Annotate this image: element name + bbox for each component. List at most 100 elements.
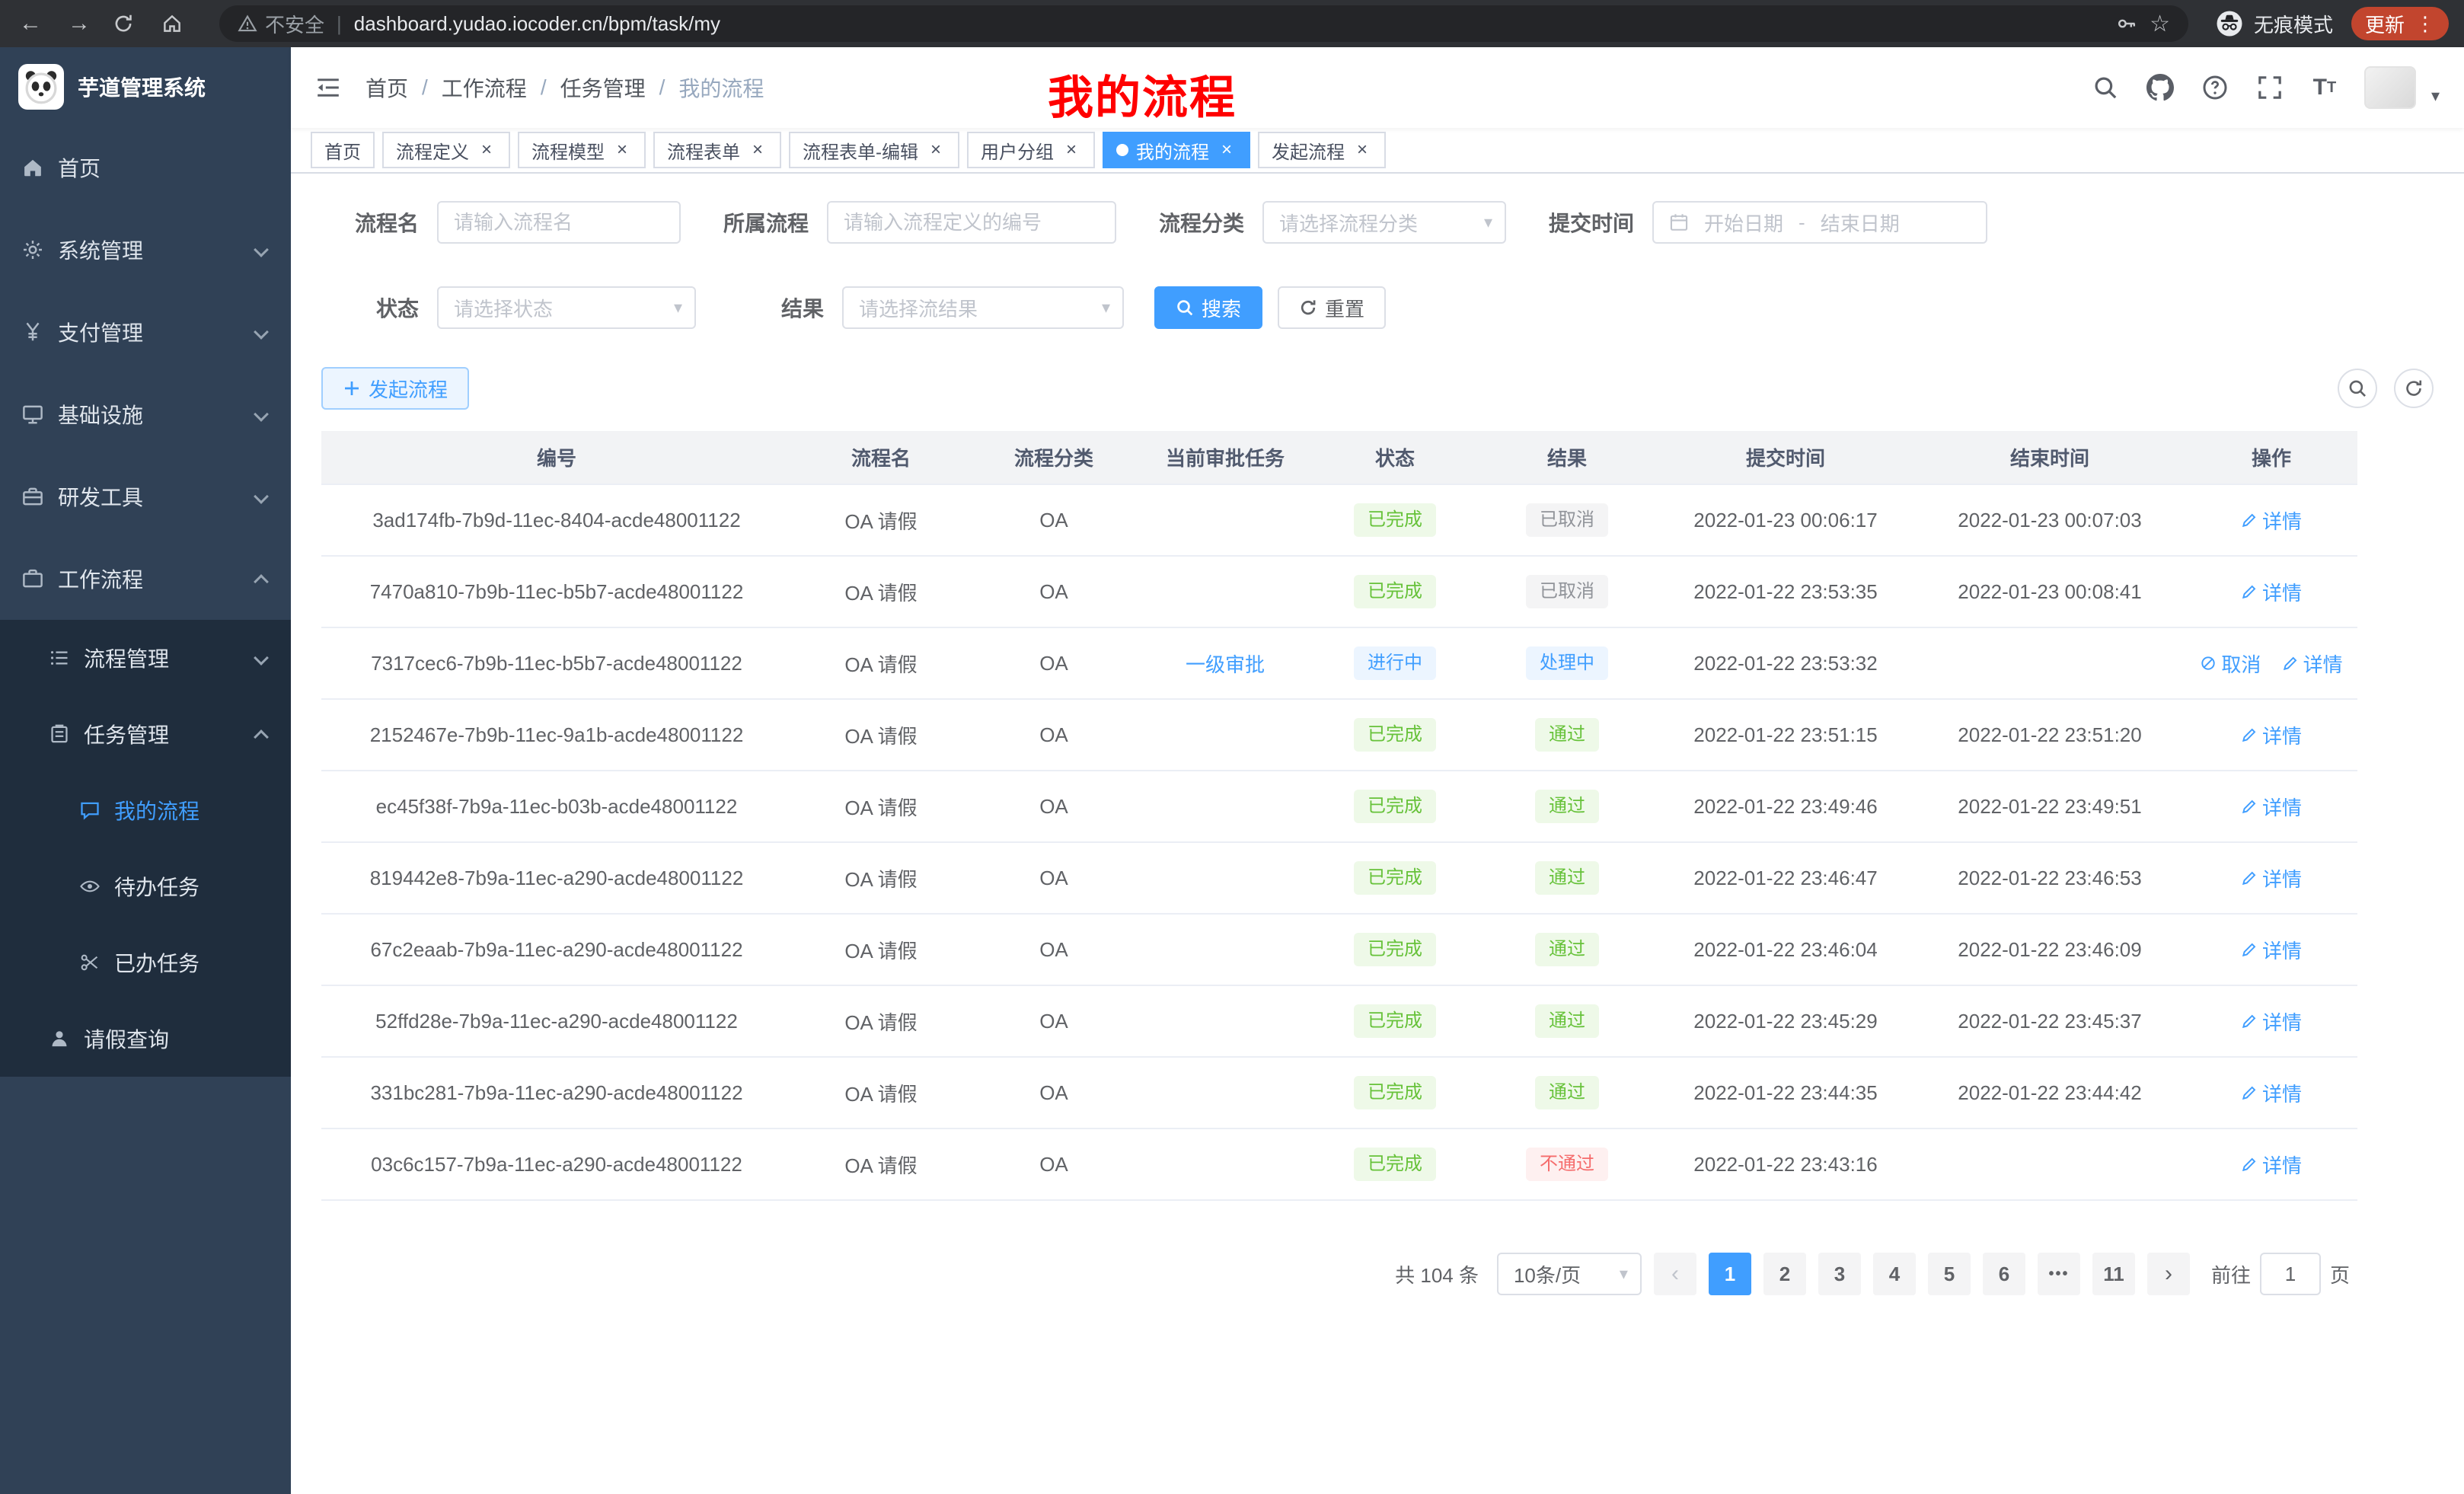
avatar[interactable]: [2364, 66, 2416, 109]
sidebar-toggle-icon[interactable]: [315, 75, 341, 101]
page-size-select[interactable]: 10条/页 ▾: [1497, 1253, 1642, 1295]
sidebar-item-done-tasks[interactable]: 已办任务: [0, 924, 291, 1001]
incognito-label: 无痕模式: [2254, 10, 2333, 38]
current-task: [1138, 985, 1313, 1057]
tab-process-form[interactable]: 流程表单 ×: [653, 132, 781, 168]
reset-button[interactable]: 重置: [1278, 286, 1386, 329]
detail-link[interactable]: 详情: [2241, 793, 2302, 821]
browser-update-button[interactable]: 更新 ⋮: [2351, 7, 2449, 40]
avatar-caret-icon[interactable]: ▾: [2431, 86, 2440, 109]
tab-process-form-edit[interactable]: 流程表单-编辑 ×: [789, 132, 959, 168]
detail-link[interactable]: 详情: [2241, 506, 2302, 535]
process-name-input[interactable]: [437, 201, 681, 244]
toolbar-right: [2338, 369, 2434, 408]
tab-my-processes[interactable]: 我的流程 ×: [1103, 132, 1250, 168]
detail-link[interactable]: 详情: [2241, 864, 2302, 892]
page-button[interactable]: 4: [1873, 1253, 1916, 1295]
breadcrumb-workflow[interactable]: 工作流程: [442, 72, 527, 103]
search-button[interactable]: 搜索: [1154, 286, 1262, 329]
browser-back-icon[interactable]: ←: [15, 11, 46, 37]
page-button[interactable]: 1: [1709, 1253, 1751, 1295]
page-button[interactable]: 6: [1983, 1253, 2025, 1295]
tab-process-definition[interactable]: 流程定义 ×: [382, 132, 510, 168]
current-task-link[interactable]: 一级审批: [1186, 650, 1265, 678]
tab-home[interactable]: 首页: [311, 132, 375, 168]
browser-menu-icon[interactable]: ⋮: [2415, 12, 2435, 36]
page-button[interactable]: 3: [1818, 1253, 1861, 1295]
sidebar-item-workflow[interactable]: 工作流程: [0, 538, 291, 620]
sidebar-item-todo-tasks[interactable]: 待办任务: [0, 848, 291, 924]
end-date-placeholder[interactable]: 结束日期: [1821, 209, 1900, 237]
close-icon[interactable]: ×: [748, 140, 768, 160]
close-icon[interactable]: ×: [1352, 140, 1372, 160]
sidebar-item-payment[interactable]: 支付管理: [0, 291, 291, 373]
sidebar-item-home[interactable]: 首页: [0, 126, 291, 209]
start-process-button[interactable]: 发起流程: [321, 367, 469, 410]
more-pages-button[interactable]: •••: [2038, 1253, 2080, 1295]
cancel-link[interactable]: 取消: [2200, 650, 2261, 678]
browser-home-icon[interactable]: [161, 13, 192, 34]
process-category: OA: [970, 556, 1138, 627]
page-button[interactable]: 5: [1928, 1253, 1971, 1295]
sidebar-item-process-management[interactable]: 流程管理: [0, 620, 291, 696]
toolbox-icon: [21, 485, 44, 508]
close-icon[interactable]: ×: [477, 140, 496, 160]
github-icon[interactable]: [2145, 72, 2175, 103]
detail-link[interactable]: 详情: [2241, 578, 2302, 606]
detail-link[interactable]: 详情: [2241, 1079, 2302, 1107]
detail-link[interactable]: 详情: [2241, 1151, 2302, 1179]
breadcrumb-task-management[interactable]: 任务管理: [560, 72, 646, 103]
status-select[interactable]: 请选择状态 ▾: [437, 286, 696, 329]
bookmark-star-icon[interactable]: ☆: [2150, 11, 2170, 37]
filter-label: 提交时间: [1537, 207, 1634, 238]
close-icon[interactable]: ×: [1217, 140, 1237, 160]
address-bar[interactable]: 不安全 | dashboard.yudao.iocoder.cn/bpm/tas…: [219, 5, 2188, 42]
page-url[interactable]: dashboard.yudao.iocoder.cn/bpm/task/my: [354, 12, 720, 36]
process-definition-input[interactable]: [827, 201, 1116, 244]
end-time: 2022-01-22 23:44:42: [1914, 1057, 2185, 1128]
sidebar-item-my-processes[interactable]: 我的流程: [0, 772, 291, 848]
process-name: OA 请假: [792, 1057, 970, 1128]
prev-page-button[interactable]: ‹: [1654, 1253, 1696, 1295]
next-page-button[interactable]: ›: [2147, 1253, 2190, 1295]
fullscreen-icon[interactable]: [2255, 72, 2285, 103]
sidebar-item-task-management[interactable]: 任务管理: [0, 696, 291, 772]
refresh-table-button[interactable]: [2394, 369, 2434, 408]
password-key-icon[interactable]: [2116, 13, 2137, 34]
goto-page-input[interactable]: [2260, 1253, 2321, 1295]
page-button[interactable]: 2: [1763, 1253, 1806, 1295]
sidebar-item-leave-query[interactable]: 请假查询: [0, 1001, 291, 1077]
detail-link[interactable]: 详情: [2241, 721, 2302, 749]
sidebar-item-system[interactable]: 系统管理: [0, 209, 291, 291]
range-separator: -: [1799, 211, 1805, 235]
sidebar-item-devtools[interactable]: 研发工具: [0, 455, 291, 538]
process-id: 7470a810-7b9b-11ec-b5b7-acde48001122: [321, 556, 792, 627]
detail-link[interactable]: 详情: [2241, 936, 2302, 964]
result-tag: 通过: [1535, 718, 1599, 752]
close-icon[interactable]: ×: [926, 140, 946, 160]
tab-user-group[interactable]: 用户分组 ×: [967, 132, 1095, 168]
start-date-placeholder[interactable]: 开始日期: [1704, 209, 1783, 237]
status-tag: 已完成: [1354, 1076, 1436, 1109]
close-icon[interactable]: ×: [612, 140, 632, 160]
detail-link[interactable]: 详情: [2282, 650, 2343, 678]
font-size-icon[interactable]: TT: [2309, 72, 2340, 103]
close-icon[interactable]: ×: [1061, 140, 1081, 160]
filter-process-category: 流程分类 请选择流程分类 ▾: [1147, 201, 1506, 244]
sidebar-item-infrastructure[interactable]: 基础设施: [0, 373, 291, 455]
detail-link[interactable]: 详情: [2241, 1007, 2302, 1036]
result-select[interactable]: 请选择流结果 ▾: [842, 286, 1124, 329]
tab-start-process[interactable]: 发起流程 ×: [1258, 132, 1386, 168]
browser-forward-icon[interactable]: →: [64, 11, 94, 37]
toggle-search-button[interactable]: [2338, 369, 2377, 408]
logo-row[interactable]: 芋道管理系统: [0, 47, 291, 126]
process-category-select[interactable]: 请选择流程分类 ▾: [1262, 201, 1506, 244]
page-button[interactable]: 11: [2092, 1253, 2135, 1295]
help-icon[interactable]: [2200, 72, 2230, 103]
search-icon[interactable]: [2090, 72, 2121, 103]
breadcrumb-home[interactable]: 首页: [365, 72, 408, 103]
date-range-picker[interactable]: 开始日期 - 结束日期: [1652, 201, 1987, 244]
security-warning[interactable]: 不安全: [238, 10, 324, 38]
tab-process-model[interactable]: 流程模型 ×: [518, 132, 646, 168]
browser-reload-icon[interactable]: [113, 13, 143, 34]
